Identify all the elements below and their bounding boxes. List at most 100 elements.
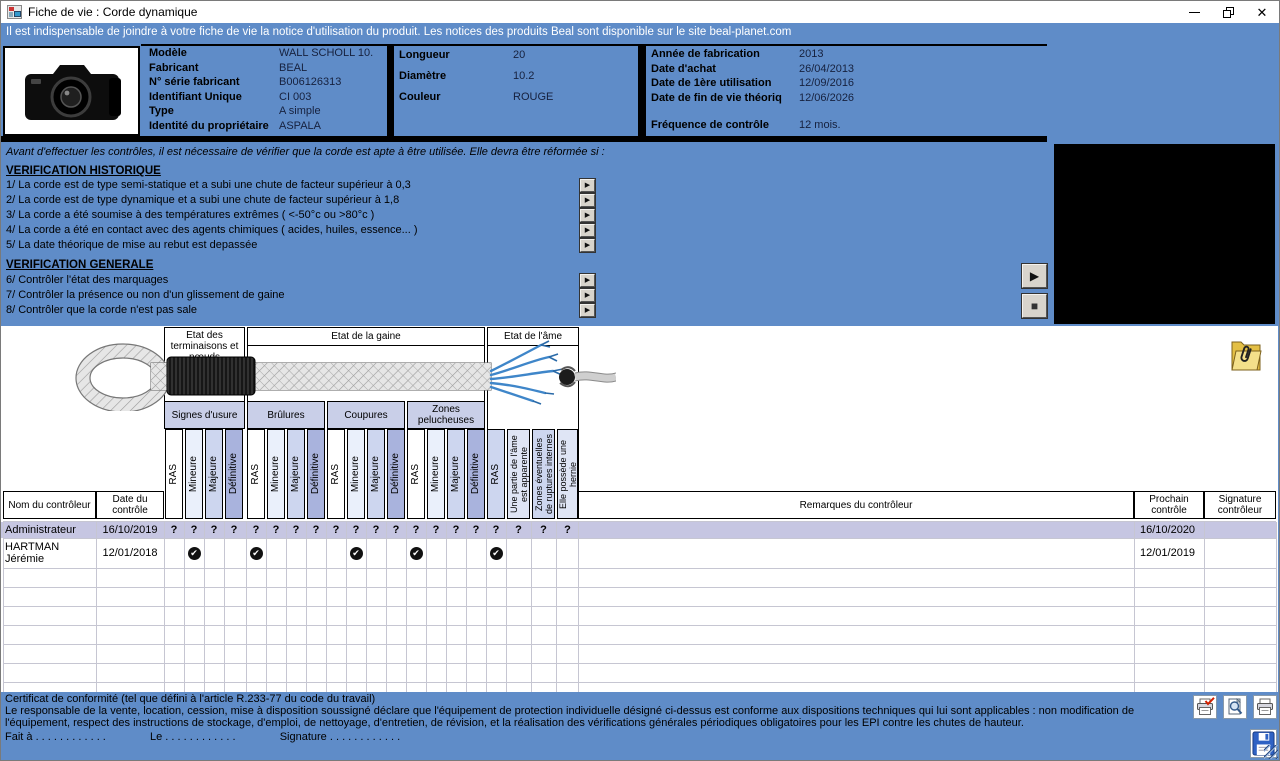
application-window: Fiche de vie : Corde dynamique ✕ Il est … xyxy=(0,0,1280,761)
inspection-row[interactable]: Administrateur16/10/2019????????????????… xyxy=(1,522,1276,538)
question-mark: ? xyxy=(253,524,260,536)
minimize-button[interactable] xyxy=(1177,1,1211,23)
inspection-row[interactable]: HARTMAN Jérémie12/01/2018✔✔✔✔✔12/01/2019 xyxy=(1,538,1276,568)
question-mark: ? xyxy=(564,524,571,536)
subgroup-header-4: Zones pelucheuses xyxy=(407,401,485,429)
item-video-play-button[interactable]: ▶ xyxy=(580,274,595,287)
condition-column-label: Définitive xyxy=(391,453,402,494)
condition-column-header: RAS xyxy=(487,429,505,519)
signature-cell xyxy=(1208,522,1274,538)
signature-label: Signature . . . . . . . . . . . . xyxy=(280,731,400,743)
condition-column-label: RAS xyxy=(331,464,342,485)
verification-historic-item: 5/ La date théorique de mise au rebut es… xyxy=(6,239,595,254)
restore-button[interactable] xyxy=(1211,1,1245,23)
verification-historic-item: 3/ La corde a été soumise à des températ… xyxy=(6,209,595,224)
condition-column-label: Une partie de l'âme est apparente xyxy=(509,432,529,516)
field-label: Longueur xyxy=(399,49,450,61)
field-label: Modèle xyxy=(149,47,187,59)
field-label: Identité du propriétaire xyxy=(149,120,269,132)
condition-column-label: RAS xyxy=(169,464,180,485)
item-video-play-button[interactable]: ▶ xyxy=(580,194,595,207)
field-label: Date de fin de vie théoriq xyxy=(651,92,782,104)
certificate-signature-line: Fait à . . . . . . . . . . . . Le . . . … xyxy=(5,731,400,743)
mark-cell: ? xyxy=(387,522,405,538)
question-mark: ? xyxy=(171,524,178,536)
condition-column-header: Mineure xyxy=(267,429,285,519)
field-value: 20 xyxy=(513,49,525,61)
field-value: 12/09/2016 xyxy=(799,77,854,89)
attachment-folder-button[interactable] xyxy=(1229,334,1265,376)
question-mark: ? xyxy=(353,524,360,536)
product-photo xyxy=(3,46,140,136)
field-value: 10.2 xyxy=(513,70,534,82)
condition-column-header: Majeure xyxy=(367,429,385,519)
next-control-cell: 16/10/2020 xyxy=(1140,522,1202,538)
grid-line xyxy=(164,522,165,692)
grid-line xyxy=(466,522,467,692)
verification-general-item: 7/ Contrôler la présence ou non d'un gli… xyxy=(6,289,595,304)
minimize-icon xyxy=(1189,12,1200,13)
header-remarks: Remarques du contrôleur xyxy=(578,491,1134,519)
grid-line xyxy=(426,522,427,692)
grid-line xyxy=(578,522,579,692)
condition-column-label: Mineure xyxy=(271,456,282,492)
item-video-play-button[interactable]: ▶ xyxy=(580,179,595,192)
close-button[interactable]: ✕ xyxy=(1245,1,1279,23)
field-value: 12/06/2026 xyxy=(799,92,854,104)
resize-grip[interactable] xyxy=(1264,745,1278,759)
app-icon xyxy=(7,5,22,19)
field-label: Couleur xyxy=(399,91,441,103)
mark-cell: ? xyxy=(267,522,285,538)
field-value: WALL SCHOLL 10. xyxy=(279,47,373,59)
restore-icon xyxy=(1223,7,1234,18)
product-field: Longueur 20 xyxy=(399,49,629,70)
print-button[interactable] xyxy=(1253,695,1277,719)
mark-cell: ? xyxy=(427,522,445,538)
verification-historic-item: 4/ La corde a été en contact avec des ag… xyxy=(6,224,595,239)
verification-item-text: 4/ La corde a été en contact avec des ag… xyxy=(6,224,418,236)
print-validate-button[interactable] xyxy=(1193,695,1217,719)
field-value: ASPALA xyxy=(279,120,321,132)
print-preview-button[interactable] xyxy=(1223,695,1247,719)
video-stop-button[interactable]: ■ xyxy=(1022,294,1047,318)
item-video-play-button[interactable]: ▶ xyxy=(580,289,595,302)
video-play-button[interactable]: ▶ xyxy=(1022,264,1047,288)
field-value: 26/04/2013 xyxy=(799,63,854,75)
video-display xyxy=(1054,144,1275,324)
condition-column-header: RAS xyxy=(327,429,345,519)
question-mark: ? xyxy=(433,524,440,536)
mark-cell: ✔ xyxy=(185,538,203,568)
mark-cell: ✔ xyxy=(247,538,265,568)
item-video-play-button[interactable]: ▶ xyxy=(580,209,595,222)
item-video-play-button[interactable]: ▶ xyxy=(580,304,595,317)
subgroup-label: Zones pelucheuses xyxy=(408,404,484,426)
condition-column-label: Définitive xyxy=(229,453,240,494)
grid-line xyxy=(506,522,507,692)
play-icon: ▶ xyxy=(585,292,590,299)
condition-column-label: Définitive xyxy=(311,453,322,494)
product-field: Date d'achat26/04/2013 xyxy=(651,63,1041,78)
condition-column-label: RAS xyxy=(251,464,262,485)
mark-cell: ? xyxy=(367,522,385,538)
mark-cell: ? xyxy=(185,522,203,538)
divider xyxy=(638,44,646,137)
header-next-control: Prochain contrôle xyxy=(1134,491,1204,519)
question-mark: ? xyxy=(273,524,280,536)
check-icon: ✔ xyxy=(410,547,423,560)
verification-item-text: 6/ Contrôler l'état des marquages xyxy=(6,274,168,286)
item-video-play-button[interactable]: ▶ xyxy=(580,224,595,237)
rope-illustration xyxy=(71,331,616,411)
play-icon: ▶ xyxy=(585,212,590,219)
verification-general-title: VERIFICATION GENERALE xyxy=(6,259,153,271)
product-field: Fréquence de contrôle12 mois. xyxy=(651,119,1041,134)
question-mark: ? xyxy=(313,524,320,536)
grid-line xyxy=(286,522,287,692)
grid-line xyxy=(184,522,185,692)
product-field: N° série fabricantB006126313 xyxy=(149,76,399,91)
subgroup-label: Coupures xyxy=(344,410,387,421)
item-video-play-button[interactable]: ▶ xyxy=(580,239,595,252)
question-mark: ? xyxy=(373,524,380,536)
condition-column-header: Mineure xyxy=(427,429,445,519)
condition-column-header: Définitive xyxy=(467,429,485,519)
field-label: Fabricant xyxy=(149,62,199,74)
